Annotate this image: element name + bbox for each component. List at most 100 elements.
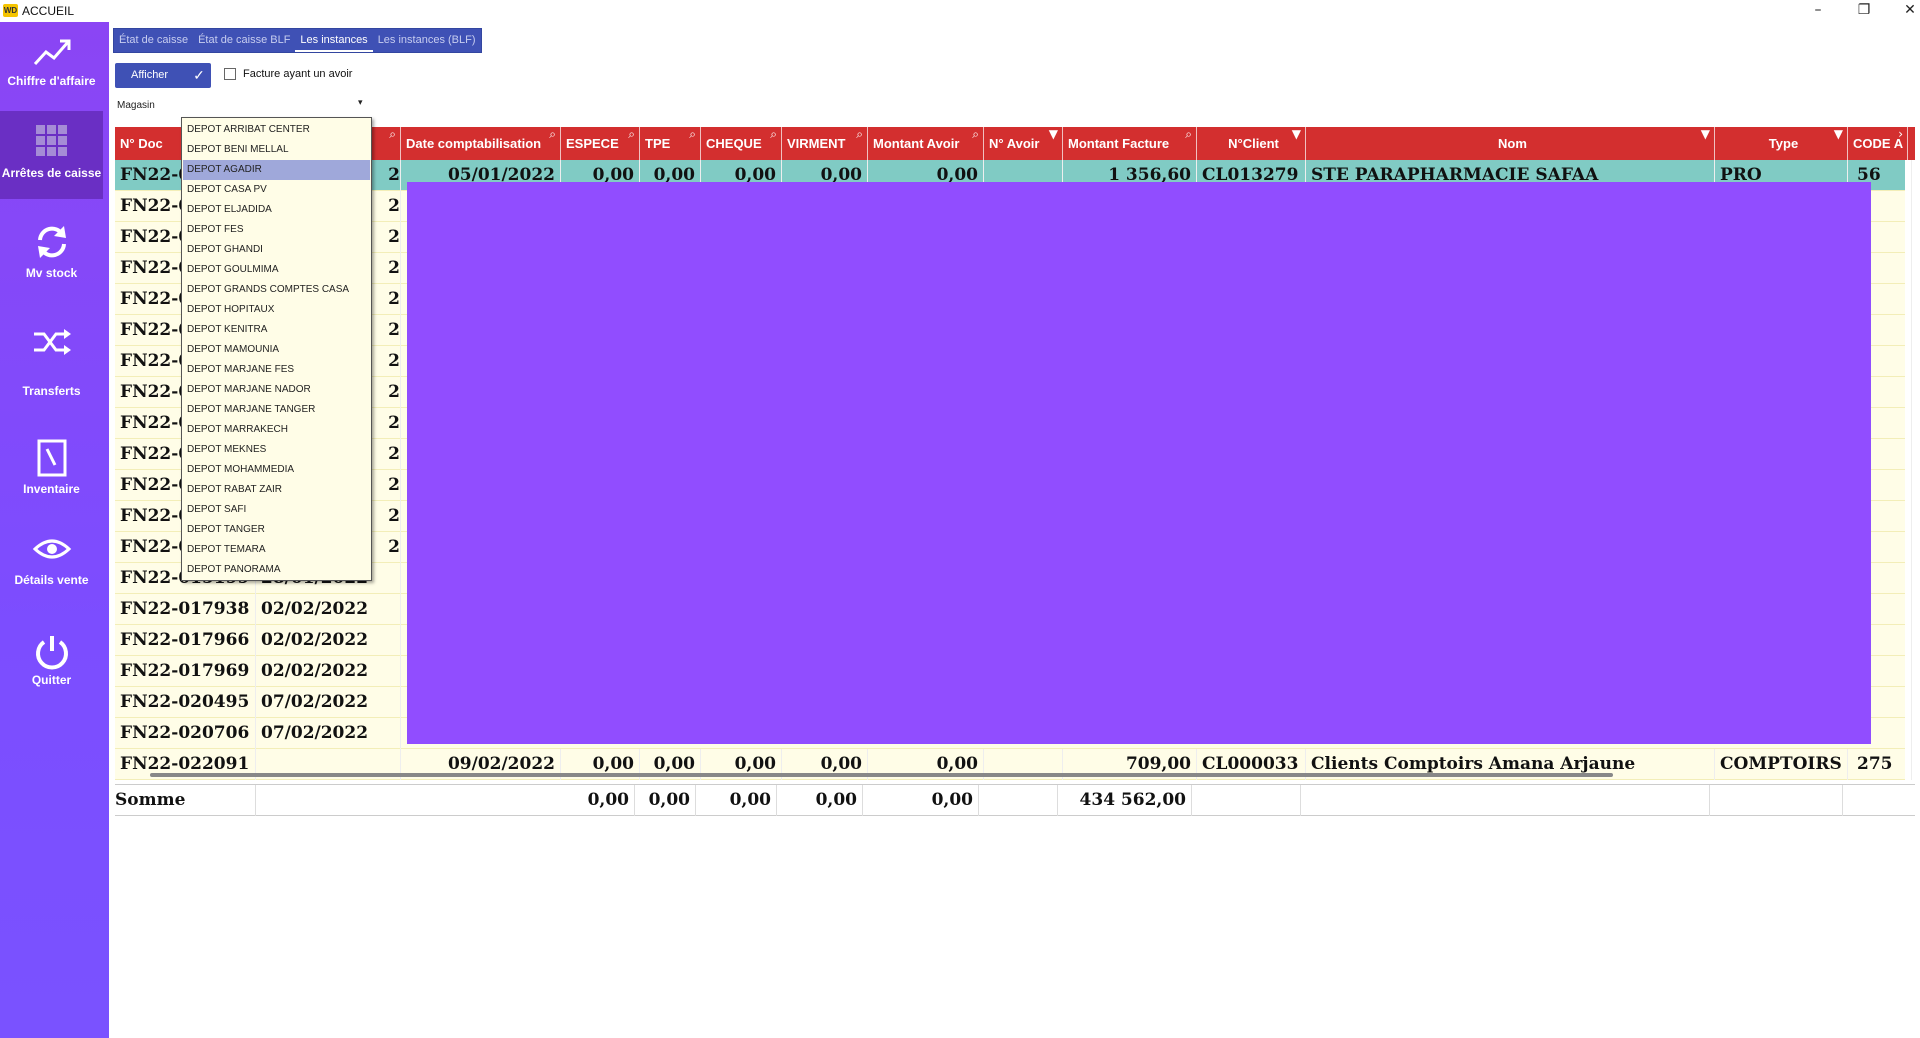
filter-icon[interactable]: ▼	[1292, 127, 1301, 141]
sidebar-item-inventaire[interactable]: Inventaire	[0, 428, 103, 516]
magasin-option[interactable]: DEPOT TANGER	[183, 520, 370, 540]
window-title: ACCUEIL	[22, 4, 75, 18]
column-header[interactable]: Montant Avoir ⌕	[868, 127, 984, 160]
column-header-label: VIRMENT	[787, 136, 846, 151]
magasin-option[interactable]: DEPOT PANORAMA	[183, 560, 370, 580]
magasin-option[interactable]: DEPOT SAFI	[183, 500, 370, 520]
summary-virment: 0,00	[777, 785, 863, 816]
magasin-option[interactable]: DEPOT MEKNES	[183, 440, 370, 460]
chevron-down-icon[interactable]: ▾	[358, 98, 363, 108]
column-header-label: N° Doc	[120, 136, 163, 151]
search-icon[interactable]: ⌕	[856, 127, 863, 142]
magasin-option[interactable]: DEPOT CASA PV	[183, 180, 370, 200]
search-icon[interactable]: ⌕	[389, 127, 396, 142]
facture-avoir-label: Facture ayant un avoir	[243, 68, 353, 80]
magasin-option[interactable]: DEPOT MARJANE TANGER	[183, 400, 370, 420]
column-header[interactable]: CODE A ›	[1848, 127, 1908, 160]
magasin-option[interactable]: DEPOT GOULMIMA	[183, 260, 370, 280]
magasin-option[interactable]: DEPOT MARJANE FES	[183, 360, 370, 380]
sidebar-item-quitter[interactable]: Quitter	[0, 622, 103, 710]
table-cell-date: 07/02/2022	[256, 718, 401, 749]
summary-cheque: 0,00	[696, 785, 777, 816]
restore-button[interactable]: ❐	[1841, 0, 1887, 22]
magasin-option[interactable]: DEPOT BENI MELLAL	[183, 140, 370, 160]
summary-tpe: 0,00	[635, 785, 696, 816]
magasin-option[interactable]: DEPOT AGADIR	[183, 160, 370, 180]
column-header[interactable]: N°Client ▼	[1197, 127, 1306, 160]
title-bar: WD ACCUEIL – ❐ ✕	[0, 0, 1920, 22]
tab-etat-caisse[interactable]: État de caisse	[114, 29, 193, 52]
refresh-icon	[0, 222, 103, 262]
sidebar-item-mv-stock[interactable]: Mv stock	[0, 212, 103, 300]
sidebar-item-arretes-caisse[interactable]: Arrêtes de caisse	[0, 111, 103, 199]
magasin-option[interactable]: DEPOT RABAT ZAIR	[183, 480, 370, 500]
chevron-right-icon[interactable]: ›	[1898, 127, 1903, 141]
magasin-option[interactable]: DEPOT ARRIBAT CENTER	[183, 120, 370, 140]
clipboard-icon	[0, 438, 103, 478]
magasin-option[interactable]: DEPOT MARRAKECH	[183, 420, 370, 440]
filter-icon[interactable]: ▼	[1049, 127, 1058, 141]
filter-icon[interactable]: ▼	[1834, 127, 1843, 141]
table-cell-type: COMPTOIRS	[1715, 749, 1848, 780]
column-header[interactable]: TPE ⌕	[640, 127, 701, 160]
minimize-button[interactable]: –	[1795, 0, 1841, 22]
column-header-label: Nom	[1498, 136, 1527, 151]
magasin-option[interactable]: DEPOT FES	[183, 220, 370, 240]
magasin-option[interactable]: DEPOT MOHAMMEDIA	[183, 460, 370, 480]
filter-icon[interactable]: ▼	[1701, 127, 1710, 141]
table-cell-date: 02/02/2022	[256, 656, 401, 687]
column-header[interactable]: CHEQUE ⌕	[701, 127, 782, 160]
tab-les-instances-blf[interactable]: Les instances (BLF)	[373, 29, 481, 52]
column-header-label: Montant Facture	[1068, 136, 1170, 151]
search-icon[interactable]: ⌕	[549, 127, 556, 142]
column-header-label: TPE	[645, 136, 671, 151]
sidebar-item-label: Chiffre d'affaire	[7, 74, 96, 88]
column-header[interactable]: VIRMENT ⌕	[782, 127, 868, 160]
magasin-option[interactable]: DEPOT HOPITAUX	[183, 300, 370, 320]
column-header[interactable]: Nom ▼	[1306, 127, 1715, 160]
column-header[interactable]: ESPECE ⌕	[561, 127, 640, 160]
summary-client	[1192, 785, 1301, 816]
magasin-dropdown-list[interactable]: DEPOT ARRIBAT CENTER DEPOT BENI MELLAL DEP…	[181, 117, 372, 581]
magasin-option[interactable]: DEPOT ELJADIDA	[183, 200, 370, 220]
column-header[interactable]: Montant Facture ⌕	[1063, 127, 1197, 160]
afficher-button[interactable]: Afficher ✓	[115, 63, 211, 88]
table-cell-date: 02/02/2022	[256, 625, 401, 656]
table-cell-doc: FN22-020495	[115, 687, 256, 718]
table-cell-doc: FN22-020706	[115, 718, 256, 749]
tab-les-instances[interactable]: Les instances	[295, 29, 373, 52]
magasin-option[interactable]: DEPOT KENITRA	[183, 320, 370, 340]
column-header[interactable]: N° Avoir ▼	[984, 127, 1063, 160]
facture-avoir-checkbox[interactable]	[224, 68, 236, 80]
magasin-label: Magasin	[117, 100, 155, 111]
search-icon[interactable]: ⌕	[770, 127, 777, 142]
sidebar-item-chiffre-affaire[interactable]: Chiffre d'affaire	[0, 22, 103, 110]
magasin-option[interactable]: DEPOT GRANDS COMPTES CASA	[183, 280, 370, 300]
shuffle-icon	[0, 322, 103, 362]
sidebar-item-label: Quitter	[31, 673, 72, 687]
magasin-option[interactable]: DEPOT MAMOUNIA	[183, 340, 370, 360]
sidebar: Chiffre d'affaire Arrêtes de caisse Mv s…	[0, 22, 109, 1038]
horizontal-scrollbar[interactable]	[150, 773, 1613, 777]
summary-type	[1710, 785, 1843, 816]
table-cell-doc: FN22-017938	[115, 594, 256, 625]
close-button[interactable]: ✕	[1887, 0, 1920, 22]
table-cell-doc: FN22-017969	[115, 656, 256, 687]
table-cell-date: 02/02/2022	[256, 594, 401, 625]
column-header[interactable]: Type ▼	[1715, 127, 1848, 160]
magasin-option[interactable]: DEPOT GHANDI	[183, 240, 370, 260]
tab-etat-caisse-blf[interactable]: État de caisse BLF	[193, 29, 295, 52]
search-icon[interactable]: ⌕	[972, 127, 979, 142]
search-icon[interactable]: ⌕	[689, 127, 696, 142]
column-header-label: N° Avoir	[989, 136, 1040, 151]
search-icon[interactable]: ⌕	[628, 127, 635, 142]
sidebar-item-details-vente[interactable]: Détails vente	[0, 519, 103, 607]
sidebar-item-transferts[interactable]: Transferts	[0, 312, 103, 400]
column-header[interactable]: Date comptabilisation ⌕	[401, 127, 561, 160]
summary-navoir	[979, 785, 1058, 816]
grid-icon	[0, 121, 103, 161]
summary-avoir: 0,00	[863, 785, 979, 816]
magasin-option[interactable]: DEPOT MARJANE NADOR	[183, 380, 370, 400]
magasin-option[interactable]: DEPOT TEMARA	[183, 540, 370, 560]
search-icon[interactable]: ⌕	[1185, 127, 1192, 142]
